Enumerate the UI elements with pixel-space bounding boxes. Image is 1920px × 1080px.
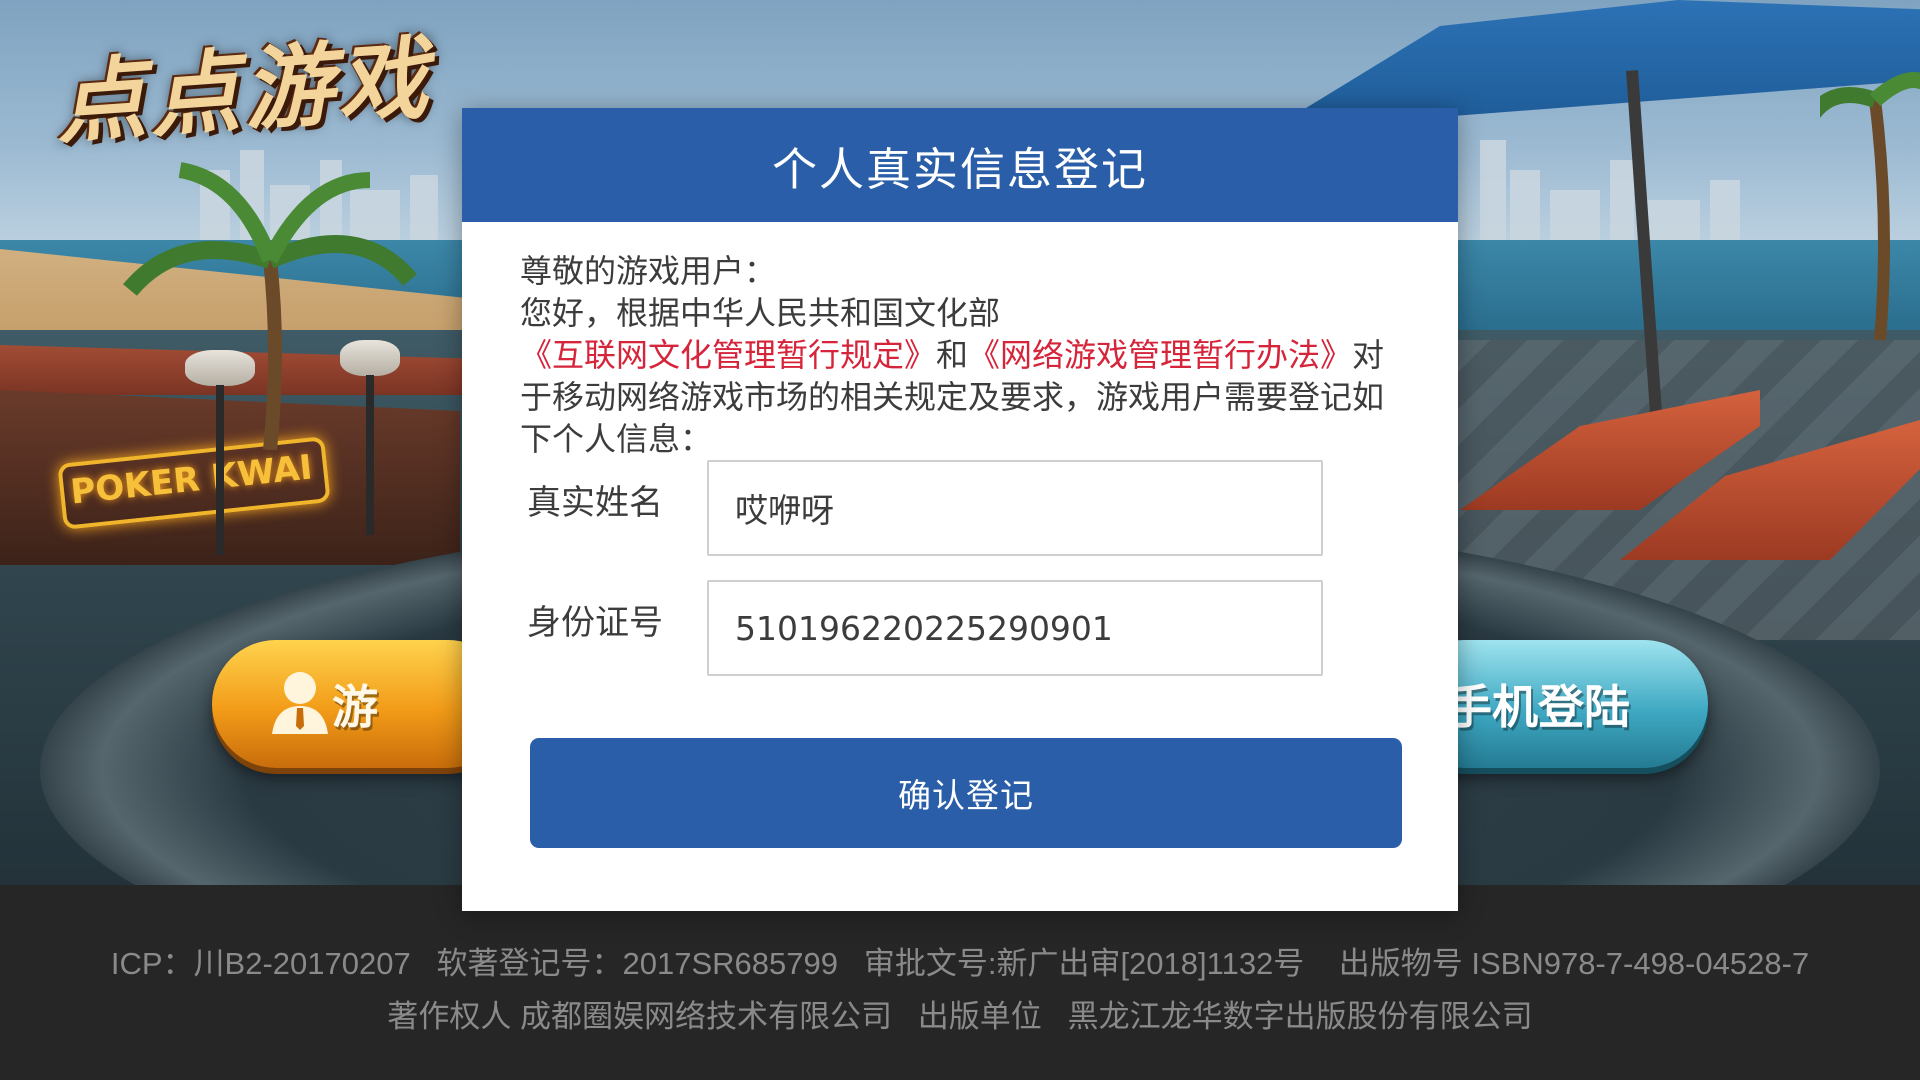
law-link-internet-culture: 《互联网文化管理暂行规定》: [520, 336, 937, 374]
intro-part1: 您好，根据中华人民共和国文化部: [520, 294, 1001, 332]
real-name-input[interactable]: [707, 460, 1323, 556]
id-number-input[interactable]: [707, 580, 1323, 676]
dialog-body: 尊敬的游戏用户： 您好，根据中华人民共和国文化部《互联网文化管理暂行规定》和《网络…: [462, 222, 1458, 460]
real-name-registration-dialog: 个人真实信息登记 尊敬的游戏用户： 您好，根据中华人民共和国文化部《互联网文化管理…: [462, 108, 1458, 911]
dialog-title: 个人真实信息登记: [771, 142, 1148, 196]
law-link-online-game: 《网络游戏管理暂行办法》: [968, 336, 1353, 374]
intro-text: 尊敬的游戏用户： 您好，根据中华人民共和国文化部《互联网文化管理暂行规定》和《网络…: [520, 250, 1402, 460]
greeting: 尊敬的游戏用户：: [520, 252, 777, 290]
real-name-label: 真实姓名: [527, 483, 663, 523]
id-number-row: 身份证号: [462, 580, 1458, 676]
real-name-row: 真实姓名: [462, 460, 1458, 556]
dialog-header: 个人真实信息登记: [462, 108, 1458, 222]
id-number-label: 身份证号: [527, 603, 663, 643]
confirm-registration-button[interactable]: 确认登记: [530, 738, 1402, 848]
intro-and: 和: [936, 336, 969, 374]
